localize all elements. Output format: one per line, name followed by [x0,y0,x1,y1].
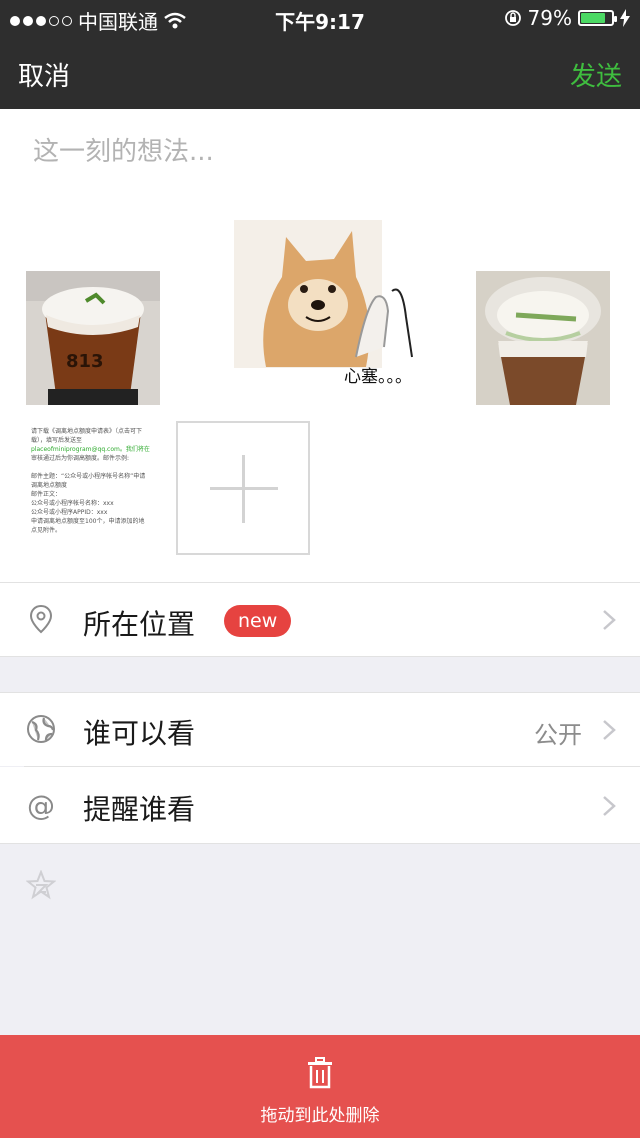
doc-line: 审核通过后为你调高额度。邮件示例: [31,455,130,462]
photo-thumbnail[interactable]: 813 [26,271,160,405]
star-icon[interactable] [26,870,56,900]
chevron-right-icon [603,796,616,816]
chevron-right-icon [603,610,616,630]
svg-text:@: @ [27,790,55,820]
svg-text:813: 813 [66,351,104,372]
doc-line: 邮件主题：“公众号或小程序帐号名称”申请 [31,473,146,480]
at-icon: @ [27,790,55,820]
sticker-caption: 心塞。。。 [344,367,412,387]
doc-line: 载），填写后发送至 [31,437,83,444]
remind-row[interactable]: @ 提醒谁看 [0,767,640,844]
doc-line: 申请调离地点额度至100个，申请添加的地 [31,518,145,525]
visibility-value: 公开 [534,721,582,749]
post-composer: 这一刻的想法... 813 心塞。。。 请下载《调离地点额度申请表》（点击可下 … [0,109,640,582]
delete-drop-zone[interactable]: 拖动到此处删除 [0,1035,640,1138]
doc-line: placeofminiprogram@qq.com。我们将在 [31,446,150,453]
remind-label: 提醒谁看 [83,793,196,826]
doc-line: 请下载《调离地点额度申请表》（点击可下 [31,428,143,435]
matcha-drink-image [476,271,610,405]
send-button[interactable]: 发送 [570,56,622,93]
doc-line: 邮件正文： [31,491,62,498]
add-photo-button[interactable] [176,421,310,555]
dog-meme-image: 心塞。。。 [234,220,413,387]
location-row[interactable]: 所在位置 new [0,582,640,657]
doc-line: 公众号或小程序APPID：xxx [31,509,108,516]
rotation-lock-icon [504,10,521,26]
status-bar: 中国联通 下午9:17 79% [0,0,640,36]
photo-thumbnail[interactable]: 心塞。。。 [226,217,446,403]
battery-level [581,13,605,23]
nav-bar: 取消 发送 [0,36,640,109]
tea-drink-image: 813 [26,271,160,405]
visibility-label: 谁可以看 [83,717,196,750]
photo-thumbnail[interactable] [476,271,610,405]
location-label: 所在位置 [83,608,196,641]
plus-icon [242,455,245,523]
charging-icon [620,9,630,27]
doc-line: 点见附件。 [31,527,62,534]
doc-line: 公众号或小程序帐号名称：xxx [31,500,114,507]
trash-icon [308,1057,332,1089]
battery-percent: 79% [527,6,572,30]
chevron-right-icon [603,720,616,740]
delete-label: 拖动到此处删除 [260,1106,380,1126]
location-pin-icon [29,604,53,634]
doc-line [31,463,155,472]
thought-input[interactable]: 这一刻的想法... [33,131,214,168]
globe-icon [27,715,55,743]
status-right: 79% [504,6,630,30]
new-badge: new [224,605,292,637]
battery-icon [578,10,617,26]
document-thumbnail[interactable]: 请下载《调离地点额度申请表》（点击可下 载），填写后发送至 placeofmin… [26,421,160,555]
visibility-row[interactable]: 谁可以看 公开 [0,692,640,766]
cancel-button[interactable]: 取消 [18,56,70,93]
doc-line: 调离地点额度 [31,482,68,489]
